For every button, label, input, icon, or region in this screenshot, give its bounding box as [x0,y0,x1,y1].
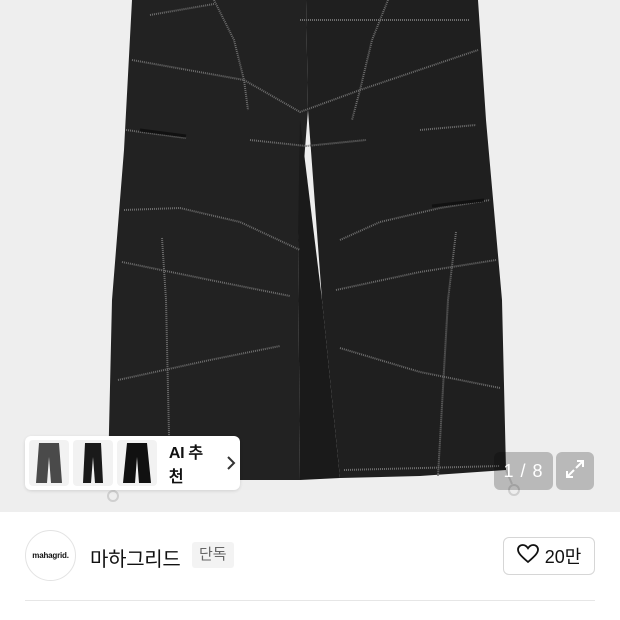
chevron-right-icon [226,456,236,470]
brand-logo-text: mahagrid. [32,551,69,560]
heart-icon [516,543,539,569]
brand-logo[interactable]: mahagrid. [25,530,76,581]
like-button[interactable]: 20만 [503,537,595,575]
ai-thumbnail-3[interactable] [116,440,157,486]
product-image-gallery[interactable]: AI 추천 1 / 8 [0,0,620,512]
like-count: 20만 [544,547,582,567]
exclusive-badge: 단독 [192,542,234,568]
ai-thumbnail-2[interactable] [72,440,113,486]
ai-thumbnail-1[interactable] [29,440,69,486]
brand-row: mahagrid. 마하그리드 단독 20만 [0,512,620,602]
gallery-page-counter: 1 / 8 [494,452,553,490]
ai-recommend-label: AI 추천 [168,445,203,486]
ai-recommend-chip[interactable]: AI 추천 [25,436,240,490]
expand-image-button[interactable] [556,452,594,490]
expand-icon [565,459,585,484]
divider [25,600,595,601]
brand-name[interactable]: 마하그리드 [90,543,181,572]
